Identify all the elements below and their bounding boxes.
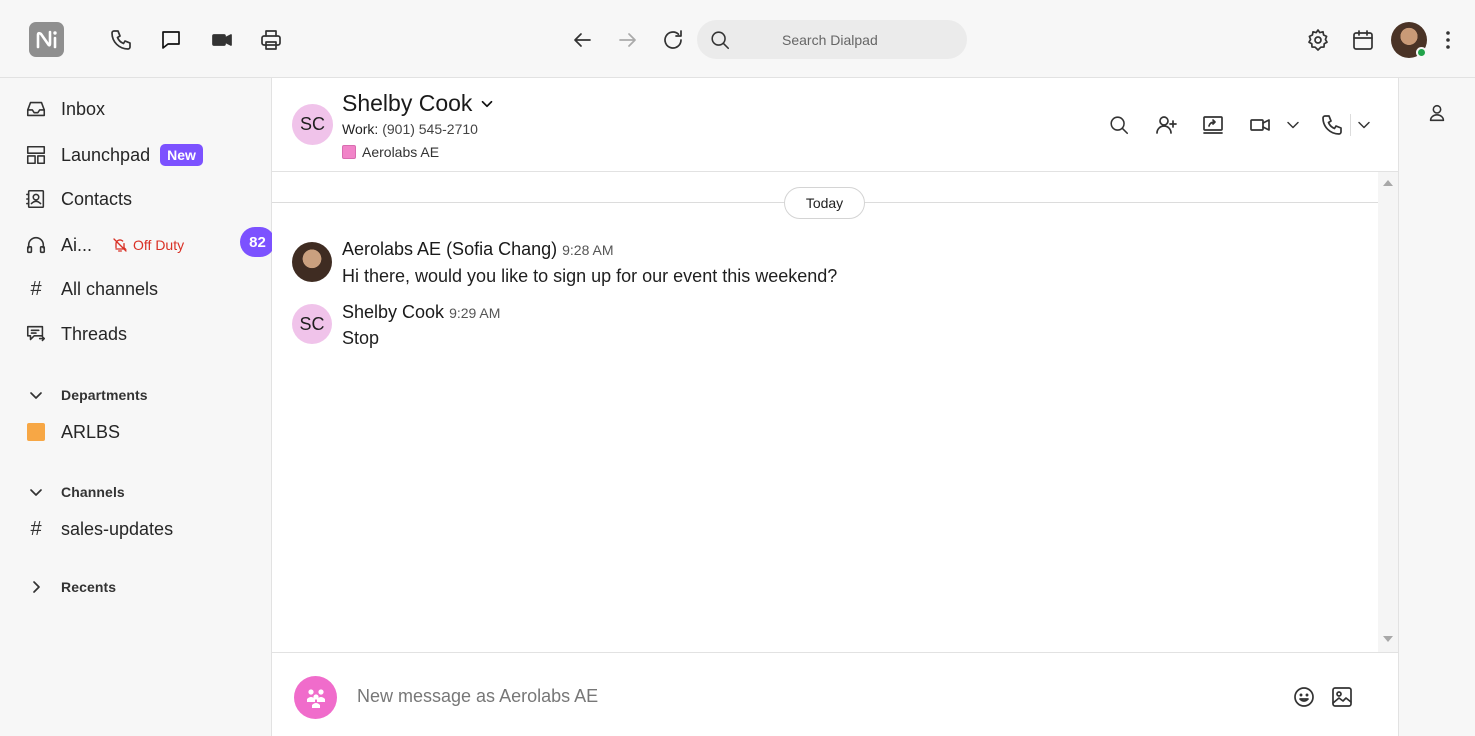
share-screen-icon[interactable] xyxy=(1200,112,1226,138)
scroll-down-arrow[interactable] xyxy=(1383,636,1393,642)
sidebar-item-contacts[interactable]: Contacts xyxy=(24,184,132,214)
video-options-chevron-icon[interactable] xyxy=(1280,112,1306,138)
more-icon[interactable] xyxy=(1435,27,1461,53)
departments-section-toggle[interactable]: Departments xyxy=(24,383,148,407)
message-time: 9:28 AM xyxy=(562,242,614,258)
sidebar-item-threads[interactable]: Threads xyxy=(24,319,127,349)
section-label: Channels xyxy=(61,484,125,500)
sidebar-item-label: Threads xyxy=(61,323,128,344)
sender-avatar[interactable]: SC xyxy=(292,304,332,344)
calendar-icon[interactable] xyxy=(1350,27,1376,53)
message-text: Hi there, would you like to sign up for … xyxy=(342,266,838,286)
emoji-icon[interactable] xyxy=(1291,684,1317,710)
sidebar-item-label: Contacts xyxy=(61,188,133,209)
message-composer xyxy=(272,652,1398,736)
section-label: Recents xyxy=(61,579,117,595)
contact-phone[interactable]: Work: (901) 545-2710 xyxy=(342,121,478,137)
conversation-header: SC Shelby Cook Work: (901) 545-2710 Aero… xyxy=(272,78,1398,172)
chevron-down-icon xyxy=(24,383,48,407)
top-bar xyxy=(0,0,1475,78)
print-icon[interactable] xyxy=(258,27,284,53)
image-icon[interactable] xyxy=(1329,684,1355,710)
off-duty-status[interactable]: Off Duty xyxy=(112,237,184,253)
call-icon[interactable] xyxy=(1319,112,1345,138)
settings-icon[interactable] xyxy=(1305,27,1331,53)
back-icon[interactable] xyxy=(569,27,595,53)
department-color-swatch xyxy=(342,145,356,159)
hash-icon: # xyxy=(30,277,42,300)
contact-department: Aerolabs AE xyxy=(342,144,439,160)
headset-icon xyxy=(24,233,48,257)
off-duty-label: Off Duty xyxy=(133,237,185,253)
sidebar-item-arlbs[interactable]: ARLBS xyxy=(24,417,120,447)
sidebar-item-label: Inbox xyxy=(61,98,106,119)
sidebar-item-label: All channels xyxy=(61,278,159,299)
message-text: Stop xyxy=(342,328,380,348)
scroll-up-arrow[interactable] xyxy=(1383,180,1393,186)
message-input[interactable] xyxy=(357,683,1257,709)
sidebar-item-ai[interactable]: Ai... Off Duty 82 xyxy=(24,227,275,260)
video-call-icon[interactable] xyxy=(1247,112,1273,138)
sidebar-item-label: sales-updates xyxy=(61,518,174,539)
contact-details-icon[interactable] xyxy=(1426,102,1448,124)
search-bar[interactable] xyxy=(697,20,967,59)
new-badge: New xyxy=(160,144,203,166)
sender-avatar[interactable] xyxy=(292,242,332,282)
right-rail xyxy=(1398,78,1475,736)
search-icon xyxy=(709,29,731,51)
phone-icon[interactable] xyxy=(108,27,134,53)
department-label: Aerolabs AE xyxy=(362,144,440,160)
message-scrollbar[interactable] xyxy=(1378,172,1398,652)
call-options-chevron-icon[interactable] xyxy=(1351,112,1377,138)
chevron-down-icon xyxy=(24,480,48,504)
chevron-right-icon xyxy=(24,575,48,599)
contacts-icon xyxy=(24,187,48,211)
inbox-icon xyxy=(24,97,48,121)
message-time: 9:29 AM xyxy=(449,305,501,321)
message-header: Shelby Cook 9:29 AM xyxy=(342,302,500,323)
add-person-icon[interactable] xyxy=(1153,112,1179,138)
forward-icon[interactable] xyxy=(615,27,641,53)
refresh-icon[interactable] xyxy=(660,27,686,53)
sidebar-item-inbox[interactable]: Inbox xyxy=(24,94,105,124)
unread-count-badge: 82 xyxy=(240,227,275,257)
threads-icon xyxy=(24,322,48,346)
launchpad-icon xyxy=(24,143,48,167)
presence-indicator xyxy=(1416,47,1427,58)
work-number: (901) 545-2710 xyxy=(382,121,478,137)
chat-icon[interactable] xyxy=(158,27,184,53)
bell-off-icon xyxy=(112,237,128,253)
sidebar-item-all-channels[interactable]: # All channels xyxy=(24,274,158,304)
contact-avatar[interactable]: SC xyxy=(292,104,333,145)
hash-icon: # xyxy=(30,517,42,540)
sender-name: Aerolabs AE (Sofia Chang) xyxy=(342,239,558,259)
sidebar-item-launchpad[interactable]: Launchpad New xyxy=(24,140,203,170)
day-divider-label: Today xyxy=(784,187,865,219)
section-label: Departments xyxy=(61,387,148,403)
department-avatar[interactable] xyxy=(294,676,337,719)
sender-name: Shelby Cook xyxy=(342,302,445,322)
sidebar-item-label: Ai... xyxy=(61,234,93,255)
search-input[interactable] xyxy=(782,31,962,48)
recents-section-toggle[interactable]: Recents xyxy=(24,575,116,599)
video-icon[interactable] xyxy=(209,27,235,53)
work-label: Work: xyxy=(342,121,379,137)
message-list[interactable]: Today Aerolabs AE (Sofia Chang) 9:28 AM … xyxy=(272,172,1378,652)
contact-name-dropdown[interactable]: Shelby Cook xyxy=(342,90,496,117)
sidebar-item-label: ARLBS xyxy=(61,421,121,442)
sidebar: Inbox Launchpad New Contacts Ai... Off D… xyxy=(0,78,275,736)
logo-icon[interactable] xyxy=(29,22,64,57)
chevron-down-icon xyxy=(478,95,496,113)
message-header: Aerolabs AE (Sofia Chang) 9:28 AM xyxy=(342,239,614,260)
channels-section-toggle[interactable]: Channels xyxy=(24,480,125,504)
search-conversation-icon[interactable] xyxy=(1106,112,1132,138)
department-color-swatch xyxy=(24,420,48,444)
sidebar-item-label: Launchpad xyxy=(61,144,151,165)
contact-name: Shelby Cook xyxy=(342,90,473,116)
sidebar-item-sales-updates[interactable]: # sales-updates xyxy=(24,514,173,544)
